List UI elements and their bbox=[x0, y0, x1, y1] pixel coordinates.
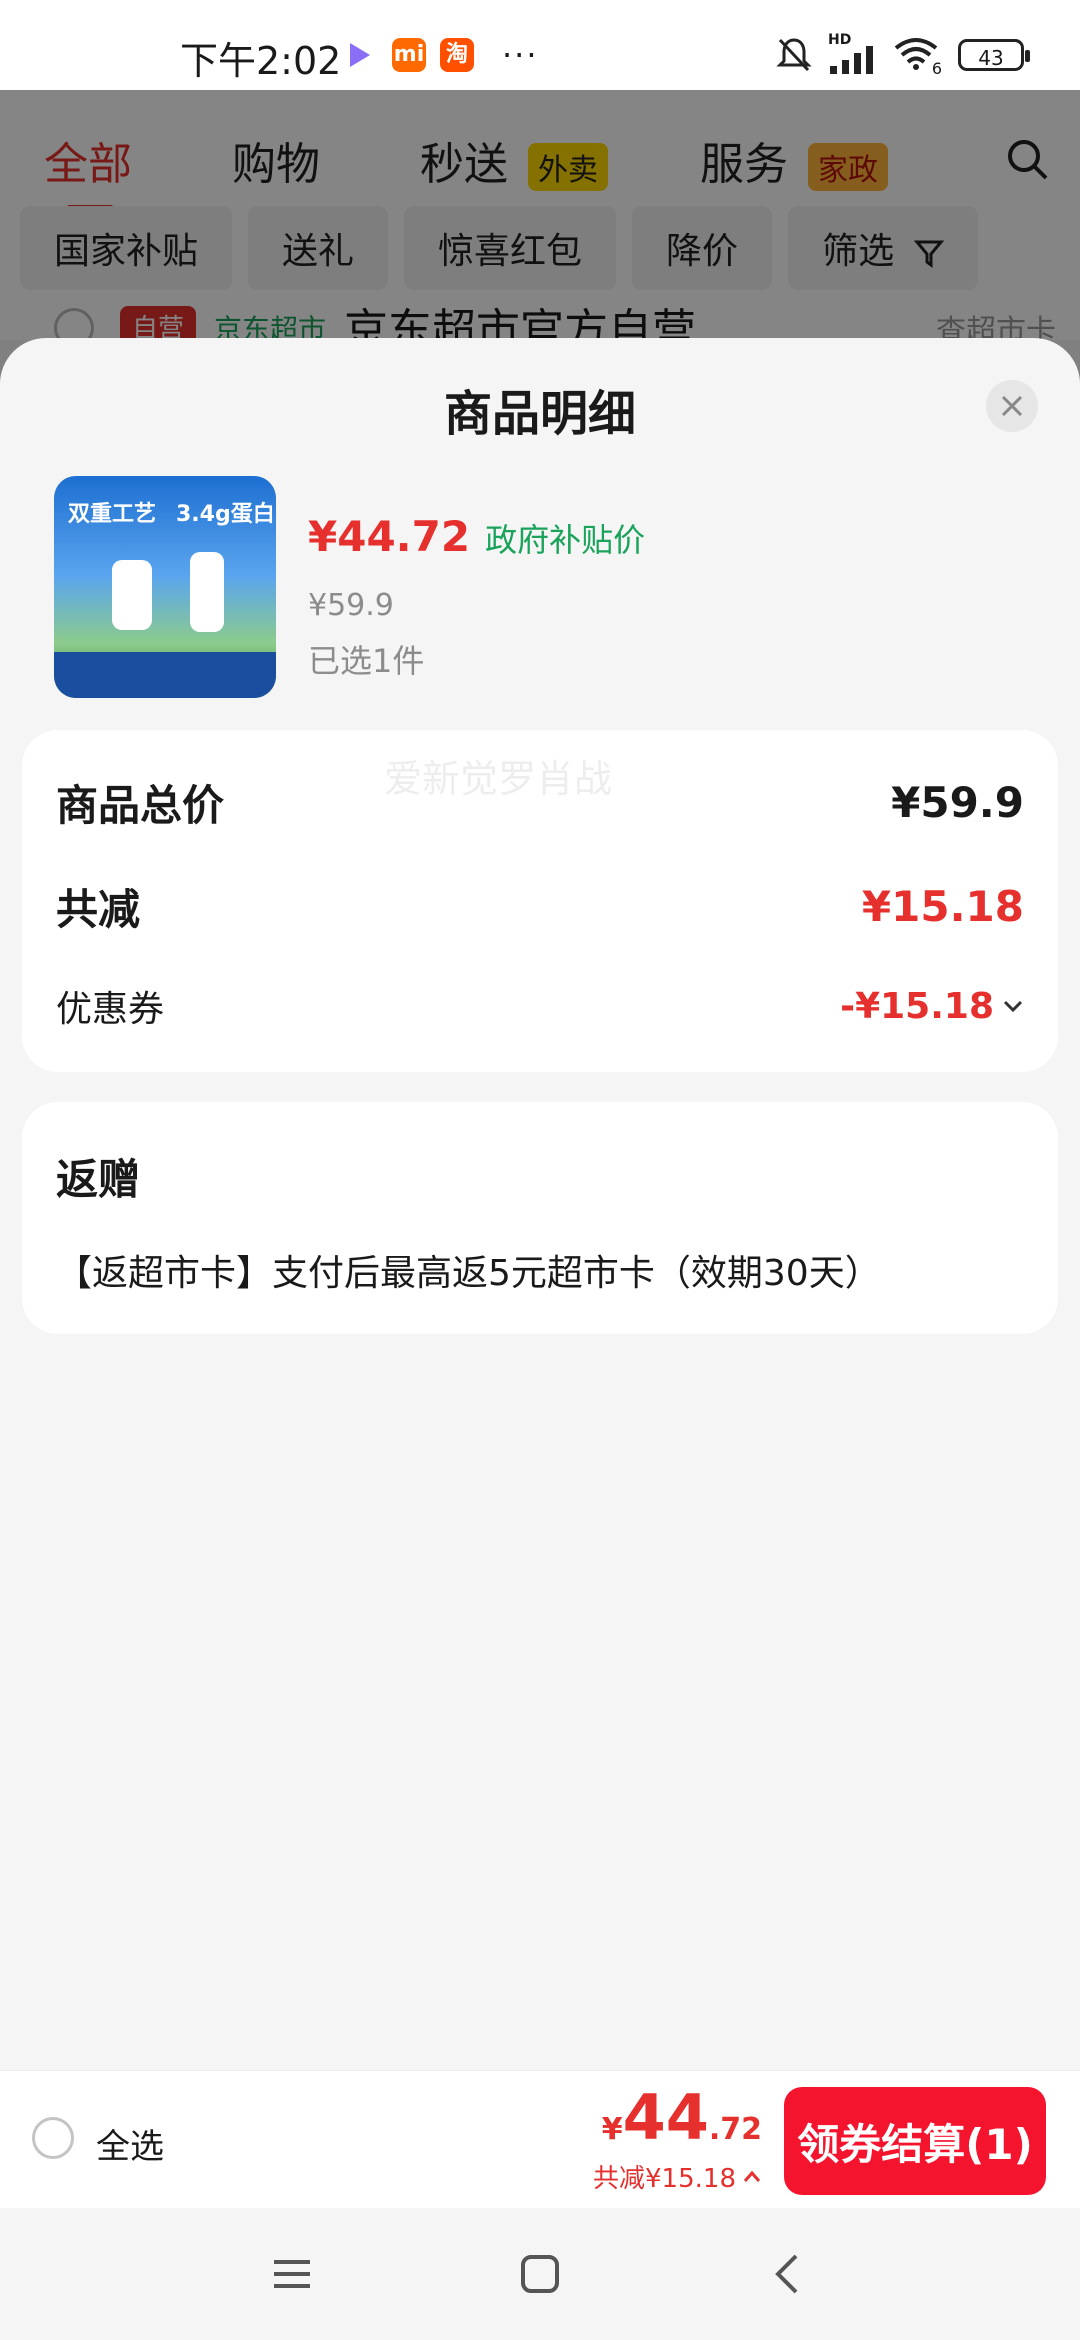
total-discount-toggle[interactable]: 共减¥15.18 bbox=[593, 2158, 762, 2195]
status-time: 下午2:02 bbox=[180, 39, 342, 83]
product-promo-band bbox=[54, 652, 276, 698]
xiaomi-icon: mi bbox=[392, 38, 426, 72]
coupon-value-group[interactable]: -¥15.18 bbox=[840, 986, 1024, 1027]
coupon-row[interactable]: 优惠券 -¥15.18 bbox=[56, 980, 1024, 1032]
product-price: ¥44.72 bbox=[308, 512, 471, 561]
product-image-text-2: 3.4g蛋白 bbox=[176, 502, 275, 527]
chevron-down-icon bbox=[1003, 1000, 1023, 1013]
play-icon bbox=[350, 43, 370, 67]
original-price: ¥59.9 bbox=[308, 588, 394, 623]
gift-description: 【返超市卡】支付后最高返5元超市卡（效期30天） bbox=[56, 1253, 881, 1294]
product-item: 双重工艺 3.4g蛋白 ¥44.72 政府补贴价 ¥59.9 已选1件 bbox=[54, 476, 1034, 698]
total-price: ¥44.72 bbox=[593, 2081, 762, 2154]
total-price-decimal: .72 bbox=[708, 2112, 762, 2147]
mute-bell-icon bbox=[776, 38, 812, 72]
home-icon[interactable] bbox=[518, 2252, 562, 2296]
checkout-bar: 全选 ¥44.72 共减¥15.18 领券结算(1) bbox=[0, 2070, 1080, 2209]
watermark: 爱新觉罗肖战 bbox=[384, 757, 613, 801]
product-bottle-shape bbox=[112, 560, 152, 630]
product-image[interactable]: 双重工艺 3.4g蛋白 bbox=[54, 476, 276, 698]
status-bar: 下午2:02 mi 淘 ··· HD 6 43 bbox=[0, 0, 1080, 90]
battery-icon: 43 bbox=[958, 39, 1030, 71]
coupon-label: 优惠券 bbox=[56, 989, 165, 1030]
select-all-label[interactable]: 全选 bbox=[96, 2119, 164, 2168]
coupon-value: -¥15.18 bbox=[840, 985, 994, 1027]
total-price-value: ¥59.9 bbox=[891, 778, 1024, 827]
subsidy-price-tag: 政府补贴价 bbox=[485, 521, 646, 559]
product-detail-sheet: 商品明细 双重工艺 3.4g蛋白 ¥44.72 政府补贴价 ¥59.9 已选1件… bbox=[0, 338, 1080, 2340]
system-nav-bar bbox=[0, 2208, 1080, 2340]
select-all-radio[interactable] bbox=[32, 2117, 74, 2159]
more-notifications-icon: ··· bbox=[502, 36, 539, 74]
total-price-integer: 44 bbox=[622, 2081, 709, 2154]
total-discount-text: 共减¥15.18 bbox=[593, 2164, 736, 2194]
menu-icon[interactable] bbox=[270, 2252, 314, 2296]
product-bottle-shape bbox=[190, 552, 224, 632]
gift-card: 返赠 【返超市卡】支付后最高返5元超市卡（效期30天） bbox=[22, 1102, 1058, 1334]
total-block: ¥44.72 共减¥15.18 bbox=[593, 2081, 762, 2195]
discount-row: 共减 ¥15.18 bbox=[56, 876, 1024, 937]
checkout-button[interactable]: 领券结算(1) bbox=[784, 2087, 1046, 2195]
signal-icon: HD bbox=[828, 32, 878, 74]
wifi-icon: 6 bbox=[894, 36, 942, 78]
gift-title: 返赠 bbox=[56, 1155, 141, 1204]
total-price-label: 商品总价 bbox=[56, 781, 225, 830]
sheet-title: 商品明细 bbox=[443, 386, 636, 442]
wifi-generation-label: 6 bbox=[931, 59, 942, 78]
close-button[interactable] bbox=[986, 380, 1038, 432]
currency-symbol: ¥ bbox=[601, 2112, 623, 2147]
product-price-row: ¥44.72 政府补贴价 bbox=[308, 512, 645, 561]
selected-count: 已选1件 bbox=[308, 642, 425, 680]
product-image-text-1: 双重工艺 bbox=[68, 502, 157, 527]
taobao-icon: 淘 bbox=[440, 38, 474, 72]
chevron-up-icon bbox=[743, 2170, 761, 2182]
close-icon bbox=[1001, 395, 1023, 417]
discount-value: ¥15.18 bbox=[861, 882, 1024, 931]
back-icon[interactable] bbox=[766, 2252, 810, 2296]
discount-label: 共减 bbox=[56, 885, 141, 934]
